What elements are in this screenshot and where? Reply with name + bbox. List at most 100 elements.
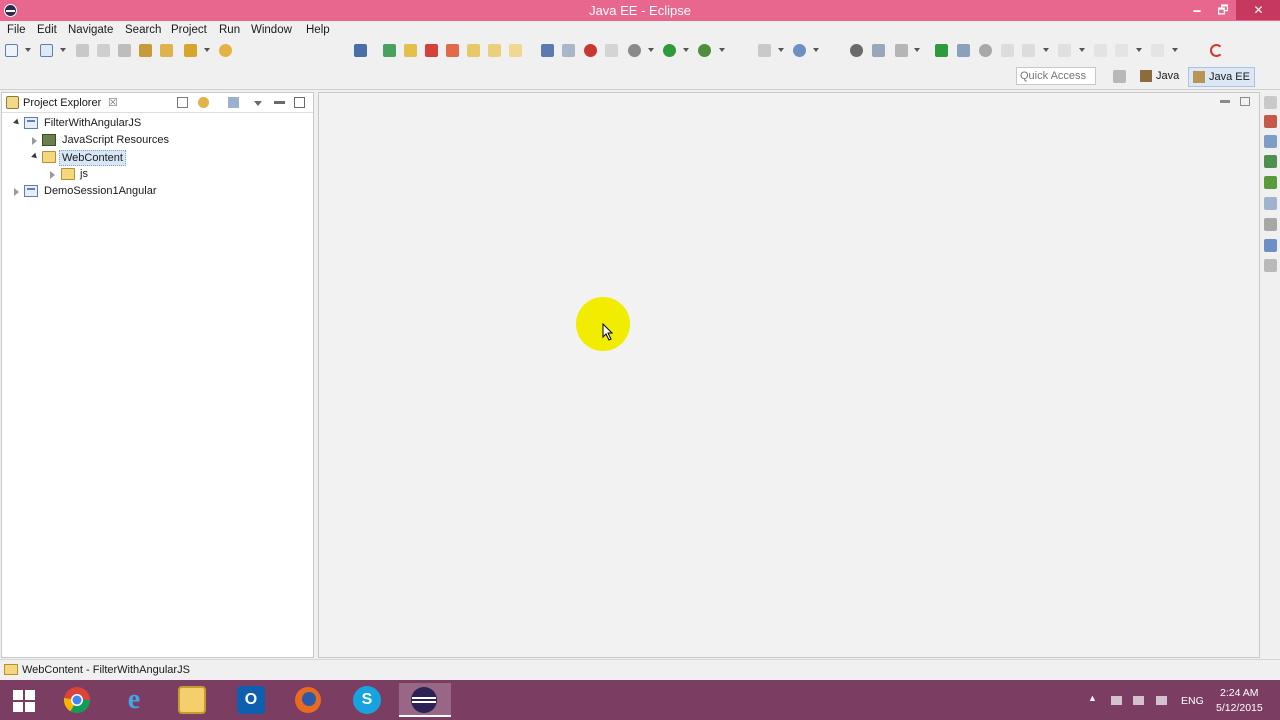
snippets-icon[interactable] (1264, 197, 1277, 210)
step-over-icon[interactable] (488, 44, 501, 57)
hand-icon[interactable] (1001, 44, 1014, 57)
run-icon[interactable] (663, 44, 676, 57)
maximize-view-icon[interactable] (294, 97, 305, 108)
breakpoints-icon[interactable] (957, 44, 970, 57)
globe-icon[interactable] (219, 44, 232, 57)
restore-button[interactable]: 🗗 (1210, 0, 1236, 20)
minimize-view-icon[interactable] (274, 101, 285, 104)
wand-dropdown-icon[interactable] (204, 48, 210, 52)
taskbar-firefox[interactable] (283, 683, 335, 717)
taskbar-file-explorer[interactable] (166, 683, 218, 717)
action-center-icon[interactable] (1133, 696, 1144, 705)
pin-icon[interactable] (872, 44, 885, 57)
view-dropdown-icon[interactable] (254, 101, 262, 106)
perspective-javaee[interactable]: Java EE (1188, 67, 1255, 87)
expanded-twisty-icon[interactable] (31, 152, 39, 161)
console-icon[interactable] (1264, 218, 1277, 231)
menu-navigate[interactable]: Navigate (68, 24, 113, 36)
data-source-explorer-icon[interactable] (1264, 176, 1277, 189)
annotation-dropdown-icon[interactable] (914, 48, 920, 52)
collapse-all-icon[interactable] (177, 97, 188, 108)
menu-edit[interactable]: Edit (37, 24, 57, 36)
clock-time[interactable]: 2:24 AM (1220, 687, 1259, 699)
restore-icon[interactable] (1264, 96, 1277, 109)
markers-icon[interactable] (1264, 115, 1277, 128)
web-browser-icon[interactable] (850, 44, 863, 57)
coverage-icon[interactable] (605, 44, 618, 57)
settings-gear-icon[interactable] (628, 44, 641, 57)
taskbar-chrome[interactable] (52, 683, 104, 717)
wand-icon[interactable] (184, 44, 197, 57)
back-icon[interactable] (1115, 44, 1128, 57)
wifi-icon[interactable] (1156, 696, 1167, 705)
project-explorer-title[interactable]: Project Explorer (23, 97, 101, 109)
back-dropdown-icon[interactable] (1136, 48, 1142, 52)
menu-file[interactable]: File (7, 24, 26, 36)
taskbar-skype[interactable]: S (341, 683, 393, 717)
debug-icon[interactable] (584, 44, 597, 57)
step-return-icon[interactable] (509, 44, 522, 57)
annotation-icon[interactable] (895, 44, 908, 57)
hand-alt-icon[interactable] (1022, 44, 1035, 57)
forward-icon[interactable] (1151, 44, 1164, 57)
external-tools-icon[interactable] (698, 44, 711, 57)
new-icon[interactable] (5, 44, 18, 57)
forward-dropdown-icon[interactable] (1172, 48, 1178, 52)
expanded-twisty-icon[interactable] (13, 118, 21, 127)
clock-date[interactable]: 5/12/2015 (1216, 702, 1263, 714)
print-icon[interactable] (118, 44, 131, 57)
new-dropdown-icon[interactable] (25, 48, 31, 52)
package-icon[interactable] (758, 44, 771, 57)
next-annotation-dropdown-icon[interactable] (1079, 48, 1085, 52)
suspend-icon[interactable] (404, 44, 417, 57)
quick-access-input[interactable] (1016, 67, 1096, 85)
hand-dropdown-icon[interactable] (1043, 48, 1049, 52)
search-icon[interactable] (793, 44, 806, 57)
disconnect-icon[interactable] (446, 44, 459, 57)
tools-icon[interactable] (562, 44, 575, 57)
maximize-editor-icon[interactable] (1240, 97, 1250, 106)
skip-icon[interactable] (979, 44, 992, 57)
search-dropdown-icon[interactable] (813, 48, 819, 52)
step-into-icon[interactable] (467, 44, 480, 57)
task-list-icon[interactable] (1264, 259, 1277, 272)
taskbar-outlook[interactable]: O (225, 683, 277, 717)
resume-icon[interactable] (935, 44, 948, 57)
open-folder-icon[interactable] (160, 44, 173, 57)
link-with-editor-icon[interactable] (198, 97, 209, 108)
editor-area[interactable] (318, 92, 1260, 658)
servers-icon[interactable] (1264, 155, 1277, 168)
menu-project[interactable]: Project (171, 24, 207, 36)
save-all-icon[interactable] (97, 44, 110, 57)
collapsed-twisty-icon[interactable] (50, 171, 55, 179)
show-hidden-icons[interactable]: ▲ (1088, 693, 1097, 703)
new-server-dropdown-icon[interactable] (60, 48, 66, 52)
menu-window[interactable]: Window (251, 24, 292, 36)
network-tray-icon[interactable] (1111, 696, 1122, 705)
package-dropdown-icon[interactable] (778, 48, 784, 52)
taskbar-internet-explorer[interactable]: e (108, 683, 160, 717)
close-view-icon[interactable]: ☒ (108, 96, 118, 109)
language-indicator[interactable]: ENG (1181, 695, 1204, 707)
open-type-icon[interactable] (139, 44, 152, 57)
menu-run[interactable]: Run (219, 24, 240, 36)
save-icon[interactable] (76, 44, 89, 57)
properties-icon[interactable] (1264, 135, 1277, 148)
previous-annotation-icon[interactable] (1094, 44, 1107, 57)
external-tools-dropdown-icon[interactable] (719, 48, 725, 52)
list-icon[interactable] (541, 44, 554, 57)
close-button[interactable]: ✕ (1236, 0, 1280, 20)
open-perspective-icon[interactable] (1113, 70, 1126, 83)
minimize-editor-icon[interactable] (1220, 100, 1230, 103)
menu-search[interactable]: Search (125, 24, 161, 36)
perspective-java[interactable]: Java (1136, 67, 1183, 87)
menu-help[interactable]: Help (306, 24, 330, 36)
start-button[interactable] (0, 683, 52, 717)
view-menu-icon[interactable] (228, 97, 239, 108)
next-annotation-icon[interactable] (1058, 44, 1071, 57)
pointer-icon[interactable] (354, 44, 367, 57)
taskbar-eclipse[interactable] (399, 683, 451, 717)
collapsed-twisty-icon[interactable] (32, 137, 37, 145)
outline-icon[interactable] (1264, 239, 1277, 252)
terminate-icon[interactable] (425, 44, 438, 57)
